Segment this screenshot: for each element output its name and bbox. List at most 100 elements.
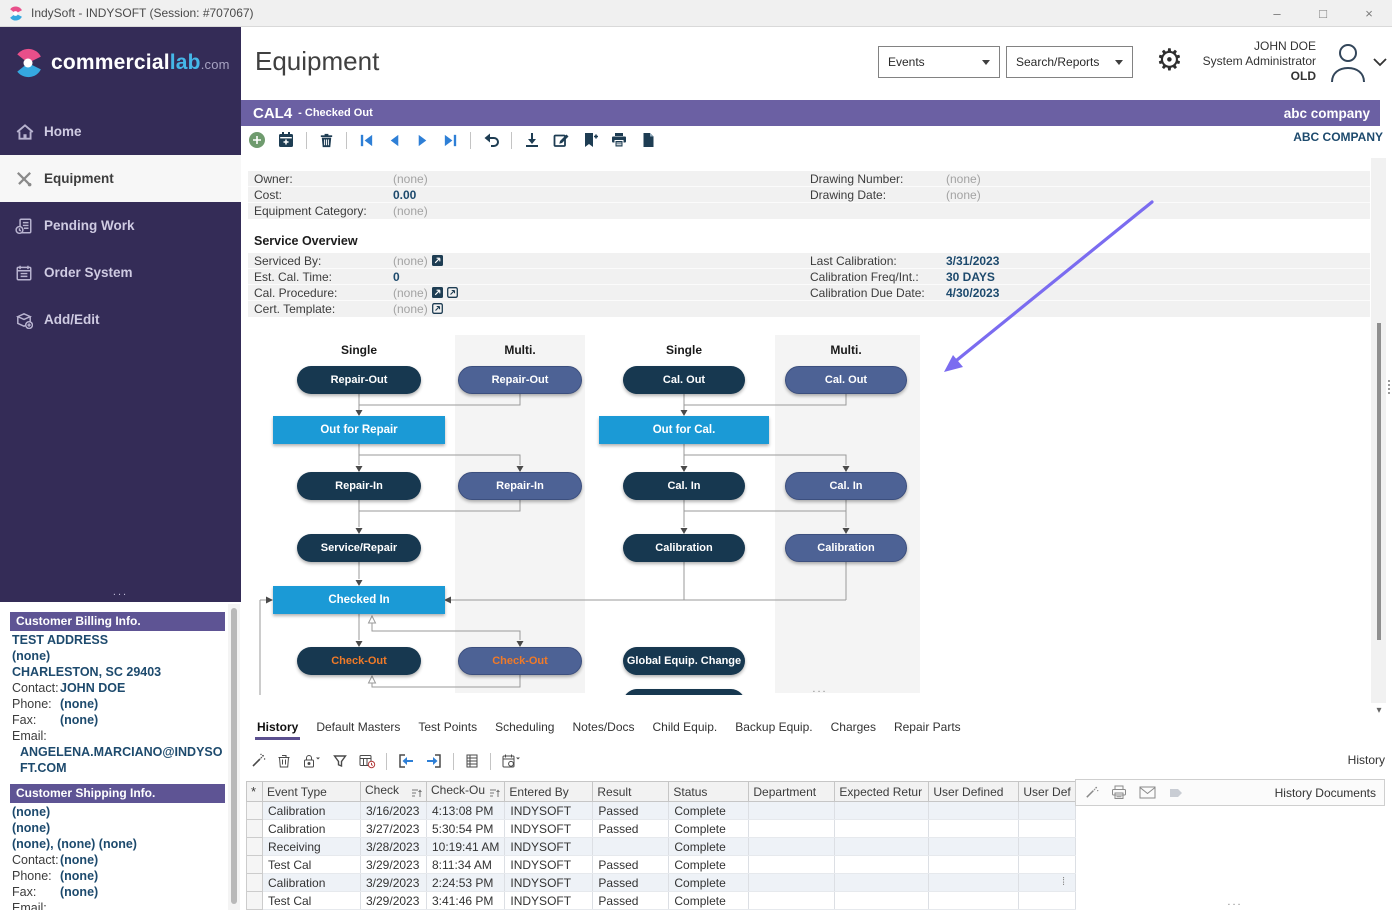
cell-status[interactable]: Complete <box>669 892 749 910</box>
check-out-single-node[interactable]: Check-Out <box>297 647 421 675</box>
bookmark-add-button[interactable] <box>581 131 599 149</box>
cell-user-defined-2[interactable] <box>1019 838 1075 856</box>
cell-check[interactable]: 3/29/2023 <box>361 892 427 910</box>
sidebar-item-pending-work[interactable]: Pending Work <box>0 202 241 249</box>
col-event-type[interactable]: Event Type <box>263 782 361 802</box>
cell-entered-by[interactable]: INDYSOFT <box>505 838 593 856</box>
col-result[interactable]: Result <box>593 782 669 802</box>
calibration-single-node[interactable]: Calibration <box>623 534 745 562</box>
cell-result[interactable]: Passed <box>593 892 669 910</box>
cell-user-defined-1[interactable] <box>929 856 1019 874</box>
next-record-button[interactable] <box>414 132 431 149</box>
cell-event-type[interactable]: Calibration <box>263 802 361 820</box>
cell-check-out[interactable]: 3:41:46 PM <box>427 892 505 910</box>
tab-test-points[interactable]: Test Points <box>416 717 479 740</box>
col-department[interactable]: Department <box>749 782 835 802</box>
print-button[interactable] <box>610 131 628 149</box>
col-check[interactable]: Check <box>361 782 427 802</box>
cell-check-out[interactable]: 5:30:54 PM <box>427 820 505 838</box>
service-repair-node[interactable]: Service/Repair <box>297 534 421 562</box>
sidebar-item-home[interactable]: Home <box>0 108 241 155</box>
cell-user-defined-1[interactable] <box>929 892 1019 910</box>
cell-check[interactable]: 3/29/2023 <box>361 856 427 874</box>
repair-in-multi-node[interactable]: Repair-In <box>458 472 582 500</box>
cell-status[interactable]: Complete <box>669 838 749 856</box>
cell-department[interactable] <box>749 838 835 856</box>
close-button[interactable]: × <box>1346 0 1392 27</box>
cell-department[interactable] <box>749 856 835 874</box>
cell-entered-by[interactable]: INDYSOFT <box>505 856 593 874</box>
global-equip-change-node[interactable]: Global Equip. Change <box>623 647 745 675</box>
brand-logo[interactable]: commerciallab.com <box>0 27 241 98</box>
col-user-defined-2[interactable]: User Def <box>1019 782 1075 802</box>
sidebar-item-equipment[interactable]: Equipment <box>0 155 241 202</box>
cell-entered-by[interactable]: INDYSOFT <box>505 820 593 838</box>
docs-tag-button[interactable] <box>1168 787 1184 799</box>
row-gutter[interactable] <box>247 802 263 820</box>
cell-event-type[interactable]: Test Cal <box>263 856 361 874</box>
repair-out-single-node[interactable]: Repair-Out <box>297 366 421 394</box>
col-expected-return[interactable]: Expected Retur <box>835 782 929 802</box>
delete-button[interactable] <box>318 132 335 149</box>
table-row[interactable]: Test Cal3/29/20233:41:46 PMINDYSOFTPasse… <box>247 892 1076 910</box>
search-reports-dropdown[interactable]: Search/Reports <box>1006 46 1133 78</box>
cell-expected-return[interactable] <box>835 874 929 892</box>
table-row[interactable]: Calibration3/29/20232:24:53 PMINDYSOFTPa… <box>247 874 1076 892</box>
sidebar-collapse-handle[interactable]: ... <box>0 586 241 598</box>
cell-user-defined-1[interactable] <box>929 874 1019 892</box>
first-record-button[interactable] <box>358 132 375 149</box>
tab-default-masters[interactable]: Default Masters <box>314 717 402 740</box>
cell-expected-return[interactable] <box>835 802 929 820</box>
details-view-button[interactable] <box>464 753 480 769</box>
cell-event-type[interactable]: Calibration <box>263 874 361 892</box>
cell-result[interactable] <box>593 838 669 856</box>
cal-out-multi-node[interactable]: Cal. Out <box>785 366 907 394</box>
table-row[interactable]: Calibration3/16/20234:13:08 PMINDYSOFTPa… <box>247 802 1076 820</box>
cell-expected-return[interactable] <box>835 820 929 838</box>
lock-menu-button[interactable] <box>302 753 322 769</box>
docs-print-button[interactable] <box>1111 785 1127 800</box>
checked-in-node[interactable]: Checked In <box>273 586 445 614</box>
cell-event-type[interactable]: Test Cal <box>263 892 361 910</box>
filter-button[interactable] <box>332 753 348 769</box>
cell-check-out[interactable]: 10:19:41 AM <box>427 838 505 856</box>
main-scrollbar-thumb[interactable] <box>1377 323 1381 640</box>
sidebar-item-order-system[interactable]: Order System <box>0 249 241 296</box>
cell-user-defined-1[interactable] <box>929 820 1019 838</box>
report-button[interactable] <box>639 131 657 149</box>
maximize-button[interactable]: □ <box>1300 0 1346 27</box>
tab-notes-docs[interactable]: Notes/Docs <box>570 717 636 740</box>
cell-user-defined-2[interactable] <box>1019 874 1075 892</box>
avatar-icon[interactable] <box>1328 41 1368 83</box>
cell-department[interactable] <box>749 874 835 892</box>
cell-status[interactable]: Complete <box>669 856 749 874</box>
scroll-down-arrow[interactable]: ▾ <box>1373 705 1385 716</box>
bottom-panel-handle[interactable]: ... <box>1190 896 1280 908</box>
tab-charges[interactable]: Charges <box>829 717 878 740</box>
cell-status[interactable]: Complete <box>669 874 749 892</box>
cell-result[interactable]: Passed <box>593 820 669 838</box>
add-button[interactable] <box>248 131 266 149</box>
tab-scheduling[interactable]: Scheduling <box>493 717 556 740</box>
cell-department[interactable] <box>749 802 835 820</box>
cal-out-single-node[interactable]: Cal. Out <box>623 366 745 394</box>
tab-backup-equip[interactable]: Backup Equip. <box>733 717 814 740</box>
sidebar-item-add-edit[interactable]: Add/Edit <box>0 296 241 343</box>
out-for-repair-node[interactable]: Out for Repair <box>273 416 445 444</box>
cell-user-defined-1[interactable] <box>929 802 1019 820</box>
docs-wand-button[interactable] <box>1084 785 1099 800</box>
events-dropdown[interactable]: Events <box>878 46 1000 78</box>
last-record-button[interactable] <box>442 132 459 149</box>
check-in-button[interactable] <box>397 753 415 769</box>
col-entered-by[interactable]: Entered By <box>505 782 593 802</box>
cell-check-out[interactable]: 4:13:08 PM <box>427 802 505 820</box>
row-gutter[interactable] <box>247 892 263 910</box>
clipped-node[interactable] <box>623 689 745 695</box>
window-edge-grip[interactable] <box>1388 380 1390 394</box>
cell-entered-by[interactable]: INDYSOFT <box>505 874 593 892</box>
cell-department[interactable] <box>749 820 835 838</box>
edit-button[interactable] <box>552 131 570 149</box>
save-button[interactable] <box>523 131 541 149</box>
undo-button[interactable] <box>482 131 500 149</box>
cell-check[interactable]: 3/27/2023 <box>361 820 427 838</box>
